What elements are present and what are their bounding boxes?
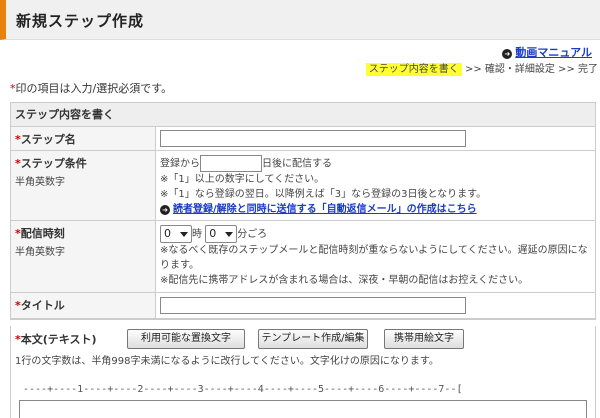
- row-delivery-time: *配信時刻 半角英数字 0時 0 分ごろ ※なるべく既存のステップメールと配信時刻…: [11, 221, 595, 293]
- condition-prefix: 登録から: [160, 158, 200, 170]
- time-sublabel: 半角英数字: [15, 247, 65, 258]
- video-manual-label: 動画マニュアル: [515, 46, 592, 59]
- title-input[interactable]: [160, 297, 466, 314]
- body-note: 1行の文字数は、半角998字未満になるように改行してください。文字化けの原因にな…: [15, 356, 439, 367]
- circle-arrow-icon: ➜: [160, 205, 170, 215]
- body-section: *本文(テキスト) 利用可能な置換文字 テンプレート作成/編集 携帯用絵文字 1…: [10, 326, 596, 418]
- step-name-label: ステップ名: [20, 133, 76, 146]
- row-step-name: *ステップ名: [11, 127, 595, 151]
- condition-label: ステップ条件: [20, 157, 87, 170]
- step-progress: ステップ内容を書く >> 確認・詳細設定 >> 完了: [365, 60, 598, 76]
- auto-reply-link[interactable]: 読者登録/解除と同時に送信する「自動返信メール」の作成はこちら: [173, 204, 477, 215]
- page-title: 新規ステップ作成: [16, 12, 145, 30]
- condition-note-1: ※「1」以上の数字にしてください。: [160, 174, 325, 185]
- row-step-condition: *ステップ条件 半角英数字 登録から 日後に配信する ※「1」以上の数字にしてくだ…: [11, 151, 595, 221]
- body-textarea[interactable]: [19, 400, 587, 418]
- section-header: ステップ内容を書く: [11, 103, 595, 127]
- circle-arrow-icon: ➜: [502, 49, 513, 59]
- minute-unit: 分ごろ: [237, 229, 268, 240]
- required-note: *印の項目は入力/選択必須です。: [10, 80, 172, 96]
- step-current: ステップ内容を書く: [365, 63, 462, 76]
- time-note-1: ※なるべく既存のステップメールと配信時刻が重ならないようにしてください。遅延の原…: [160, 245, 588, 271]
- replace-chars-button[interactable]: 利用可能な置換文字: [127, 329, 245, 349]
- step-name-label-cell: *ステップ名: [11, 127, 156, 150]
- chevron-down-icon: [180, 232, 188, 237]
- title-label-cell: *タイトル: [11, 293, 156, 318]
- condition-sublabel: 半角英数字: [15, 177, 65, 188]
- column-ruler: ----+----1----+----2----+----3----+----4…: [23, 384, 463, 395]
- hour-select[interactable]: 0: [160, 225, 192, 243]
- chevron-down-icon: [225, 232, 234, 237]
- body-label: 本文(テキスト): [20, 333, 97, 346]
- mobile-emoji-button[interactable]: 携帯用絵文字: [384, 329, 464, 349]
- page-header: 新規ステップ作成: [0, 0, 600, 40]
- condition-suffix: 日後に配信する: [262, 158, 332, 170]
- step-rest: >> 確認・詳細設定 >> 完了: [461, 64, 598, 75]
- video-manual-link[interactable]: ➜ 動画マニュアル: [502, 44, 592, 60]
- condition-note-2: ※「1」なら登録の翌日。以降例えば「3」なら登録の3日後となります。: [160, 189, 487, 200]
- step-form: ステップ内容を書く *ステップ名 *ステップ条件 半角英数字 登録から 日後に配信…: [10, 102, 596, 320]
- time-label: 配信時刻: [20, 227, 65, 240]
- minute-select[interactable]: 0: [205, 225, 238, 243]
- condition-label-cell: *ステップ条件 半角英数字: [11, 151, 156, 220]
- hour-unit: 時: [192, 229, 202, 240]
- days-input[interactable]: [200, 155, 262, 172]
- title-label: タイトル: [20, 299, 65, 312]
- required-note-text: 印の項目は入力/選択必須です。: [15, 82, 173, 95]
- step-name-input[interactable]: [160, 130, 466, 147]
- time-label-cell: *配信時刻 半角英数字: [11, 221, 156, 292]
- row-title: *タイトル: [11, 293, 595, 319]
- time-note-2: ※配信先に携帯アドレスが含まれる場合は、深夜・早朝の配信はお控えください。: [160, 275, 529, 286]
- template-edit-button[interactable]: テンプレート作成/編集: [258, 329, 368, 349]
